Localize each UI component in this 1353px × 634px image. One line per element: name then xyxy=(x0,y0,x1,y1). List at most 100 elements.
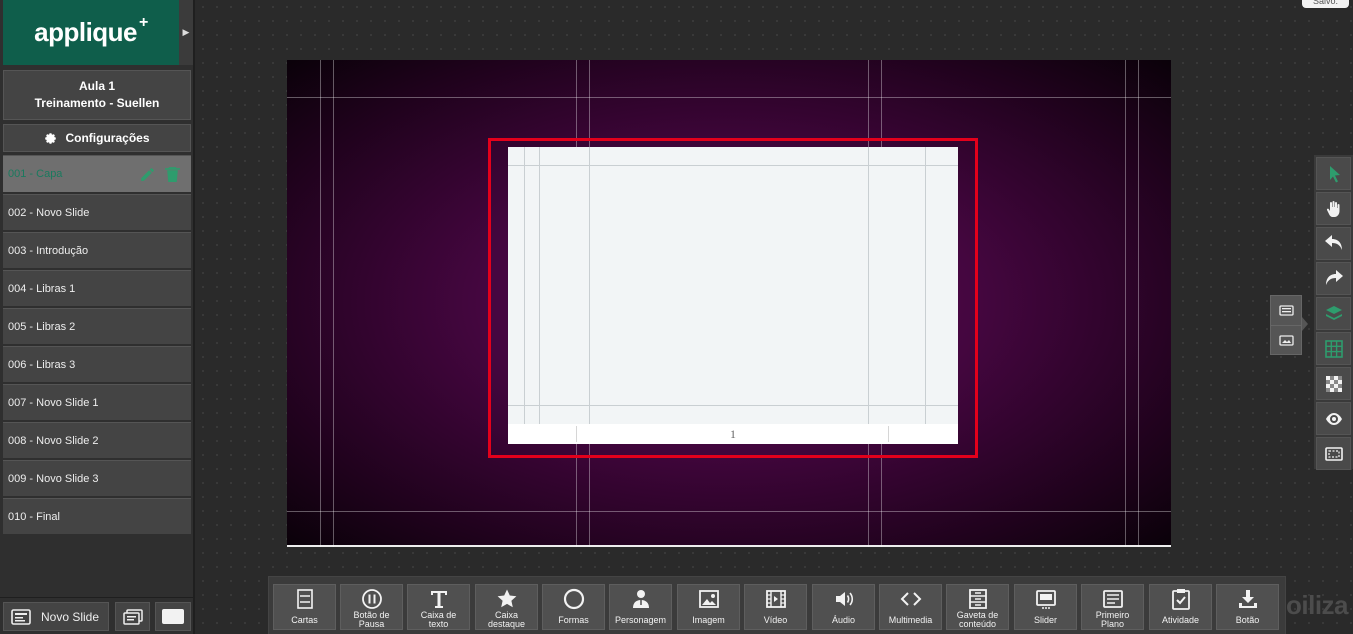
insert-shapes-button[interactable]: Formas xyxy=(542,584,605,630)
slide-item-002[interactable]: 002 - Novo Slide xyxy=(3,194,191,230)
drawer-icon xyxy=(968,589,987,609)
slide-item-003[interactable]: 003 - Introdução xyxy=(3,232,191,268)
slide-list: 001 - Capa 002 - Novo Slide 003 - Introd… xyxy=(3,155,191,536)
toolbar-label: Personagem xyxy=(614,615,667,625)
preview-button[interactable] xyxy=(1316,402,1351,435)
pointer-icon xyxy=(1329,165,1340,182)
safe-area-button[interactable] xyxy=(1316,437,1351,470)
pause-icon xyxy=(361,589,382,609)
toolbar-label: Primeiro Plano xyxy=(1095,610,1130,629)
toolbar-label: Áudio xyxy=(831,615,856,625)
slide-item-001[interactable]: 001 - Capa xyxy=(3,155,191,192)
pencil-icon[interactable] xyxy=(139,166,156,183)
slide-item-008[interactable]: 008 - Novo Slide 2 xyxy=(3,422,191,458)
undo-button[interactable] xyxy=(1316,227,1351,260)
insert-pause-button[interactable]: Botão de Pausa xyxy=(340,584,403,630)
insert-image-button[interactable]: Imagem xyxy=(677,584,740,630)
slide-item-007[interactable]: 007 - Novo Slide 1 xyxy=(3,384,191,420)
slide-item-label: 006 - Libras 3 xyxy=(8,358,76,371)
insert-foreground-button[interactable]: Primeiro Plano xyxy=(1081,584,1144,630)
redo-icon xyxy=(1325,269,1343,285)
toolbar-label: Vídeo xyxy=(763,615,788,625)
selection-box[interactable] xyxy=(488,138,978,458)
insert-button-button[interactable]: Botão xyxy=(1216,584,1279,630)
chevron-right-icon: ▶ xyxy=(182,27,190,37)
new-slide-icon xyxy=(11,608,31,625)
slide-item-010[interactable]: 010 - Final xyxy=(3,498,191,534)
insert-video-button[interactable]: Vídeo xyxy=(744,584,807,630)
foreground-layer-button[interactable] xyxy=(1271,296,1301,325)
slide-item-label: 008 - Novo Slide 2 xyxy=(8,434,99,447)
code-icon xyxy=(900,592,921,606)
gear-icon xyxy=(45,132,57,144)
guide-line xyxy=(287,511,1171,512)
slide-item-005[interactable]: 005 - Libras 2 xyxy=(3,308,191,344)
slide-item-label: 003 - Introdução xyxy=(8,244,89,257)
redo-button[interactable] xyxy=(1316,262,1351,295)
insert-text-box-button[interactable]: Caixa de texto xyxy=(407,584,470,630)
applique-logo[interactable]: applique + xyxy=(3,0,179,65)
guide-line xyxy=(320,60,321,547)
insert-audio-button[interactable]: Áudio xyxy=(812,584,875,630)
insert-slider-button[interactable]: Slider xyxy=(1014,584,1077,630)
slide-item-label: 001 - Capa xyxy=(8,168,63,180)
slide-item-label: 002 - Novo Slide xyxy=(8,206,90,219)
watermark-logo: oiliza xyxy=(1286,590,1349,620)
insert-cards-button[interactable]: Cartas xyxy=(273,584,336,630)
slide-item-label: 004 - Libras 1 xyxy=(8,282,76,295)
slider-icon xyxy=(1035,590,1056,609)
pan-tool-button[interactable] xyxy=(1316,192,1351,225)
slide-item-label: 010 - Final xyxy=(8,510,60,523)
keyboard-icon xyxy=(1278,305,1294,316)
insert-character-button[interactable]: Personagem xyxy=(609,584,672,630)
guide-line xyxy=(1138,60,1139,547)
sidebar-collapse-toggle[interactable]: ▶ xyxy=(179,0,193,65)
brand-mark: + xyxy=(139,13,148,31)
slide-item-006[interactable]: 006 - Libras 3 xyxy=(3,346,191,382)
save-status-badge: Salvo. xyxy=(1302,0,1349,8)
picture-icon xyxy=(1278,334,1294,346)
checker-icon xyxy=(1325,375,1342,392)
new-slide-button[interactable]: Novo Slide xyxy=(3,602,109,631)
clipboard-check-icon xyxy=(1171,589,1190,610)
layers-icon xyxy=(1325,305,1342,320)
layer-mini-panel xyxy=(1270,295,1302,355)
grid-icon xyxy=(1324,339,1343,358)
duplicate-icon xyxy=(122,608,143,625)
toolbar-label: Multimedia xyxy=(888,615,933,625)
grid-toggle-button[interactable] xyxy=(1316,332,1351,365)
cards-icon xyxy=(296,589,313,609)
image-icon xyxy=(698,590,719,608)
toolbar-label: Formas xyxy=(558,615,589,625)
insert-multimedia-button[interactable]: Multimedia xyxy=(879,584,942,630)
settings-button[interactable]: Configurações xyxy=(3,124,191,152)
slide-item-004[interactable]: 004 - Libras 1 xyxy=(3,270,191,306)
audio-icon xyxy=(835,592,853,606)
trash-icon[interactable] xyxy=(164,166,181,183)
toolbar-label: Caixa destaque xyxy=(487,610,526,629)
settings-label: Configurações xyxy=(65,131,150,145)
layers-button[interactable] xyxy=(1316,297,1351,330)
guide-line xyxy=(287,97,1171,98)
hand-icon xyxy=(1326,200,1339,217)
character-icon xyxy=(632,590,649,608)
toolbar-label: Atividade xyxy=(1161,615,1200,625)
guide-line xyxy=(333,60,334,547)
insert-content-drawer-button[interactable]: Gaveta de conteúdo xyxy=(946,584,1009,630)
blank-slide-button[interactable] xyxy=(155,602,191,631)
insert-activity-button[interactable]: Atividade xyxy=(1149,584,1212,630)
toolbar-label: Caixa de texto xyxy=(420,610,457,629)
slide-item-009[interactable]: 009 - Novo Slide 3 xyxy=(3,460,191,496)
toolbar-label: Cartas xyxy=(291,615,318,625)
duplicate-slide-button[interactable] xyxy=(115,602,150,631)
star-icon xyxy=(497,589,516,608)
course-title-box: Aula 1 Treinamento - Suellen xyxy=(3,70,191,120)
background-layer-button[interactable] xyxy=(1271,325,1301,354)
guide-line xyxy=(1125,60,1126,547)
slide-canvas[interactable]: 1 xyxy=(287,60,1171,547)
insert-highlight-box-button[interactable]: Caixa destaque xyxy=(475,584,538,630)
new-slide-label: Novo Slide xyxy=(41,609,100,624)
select-tool-button[interactable] xyxy=(1316,157,1351,190)
transparency-button[interactable] xyxy=(1316,367,1351,400)
right-toolbar xyxy=(1314,155,1353,470)
